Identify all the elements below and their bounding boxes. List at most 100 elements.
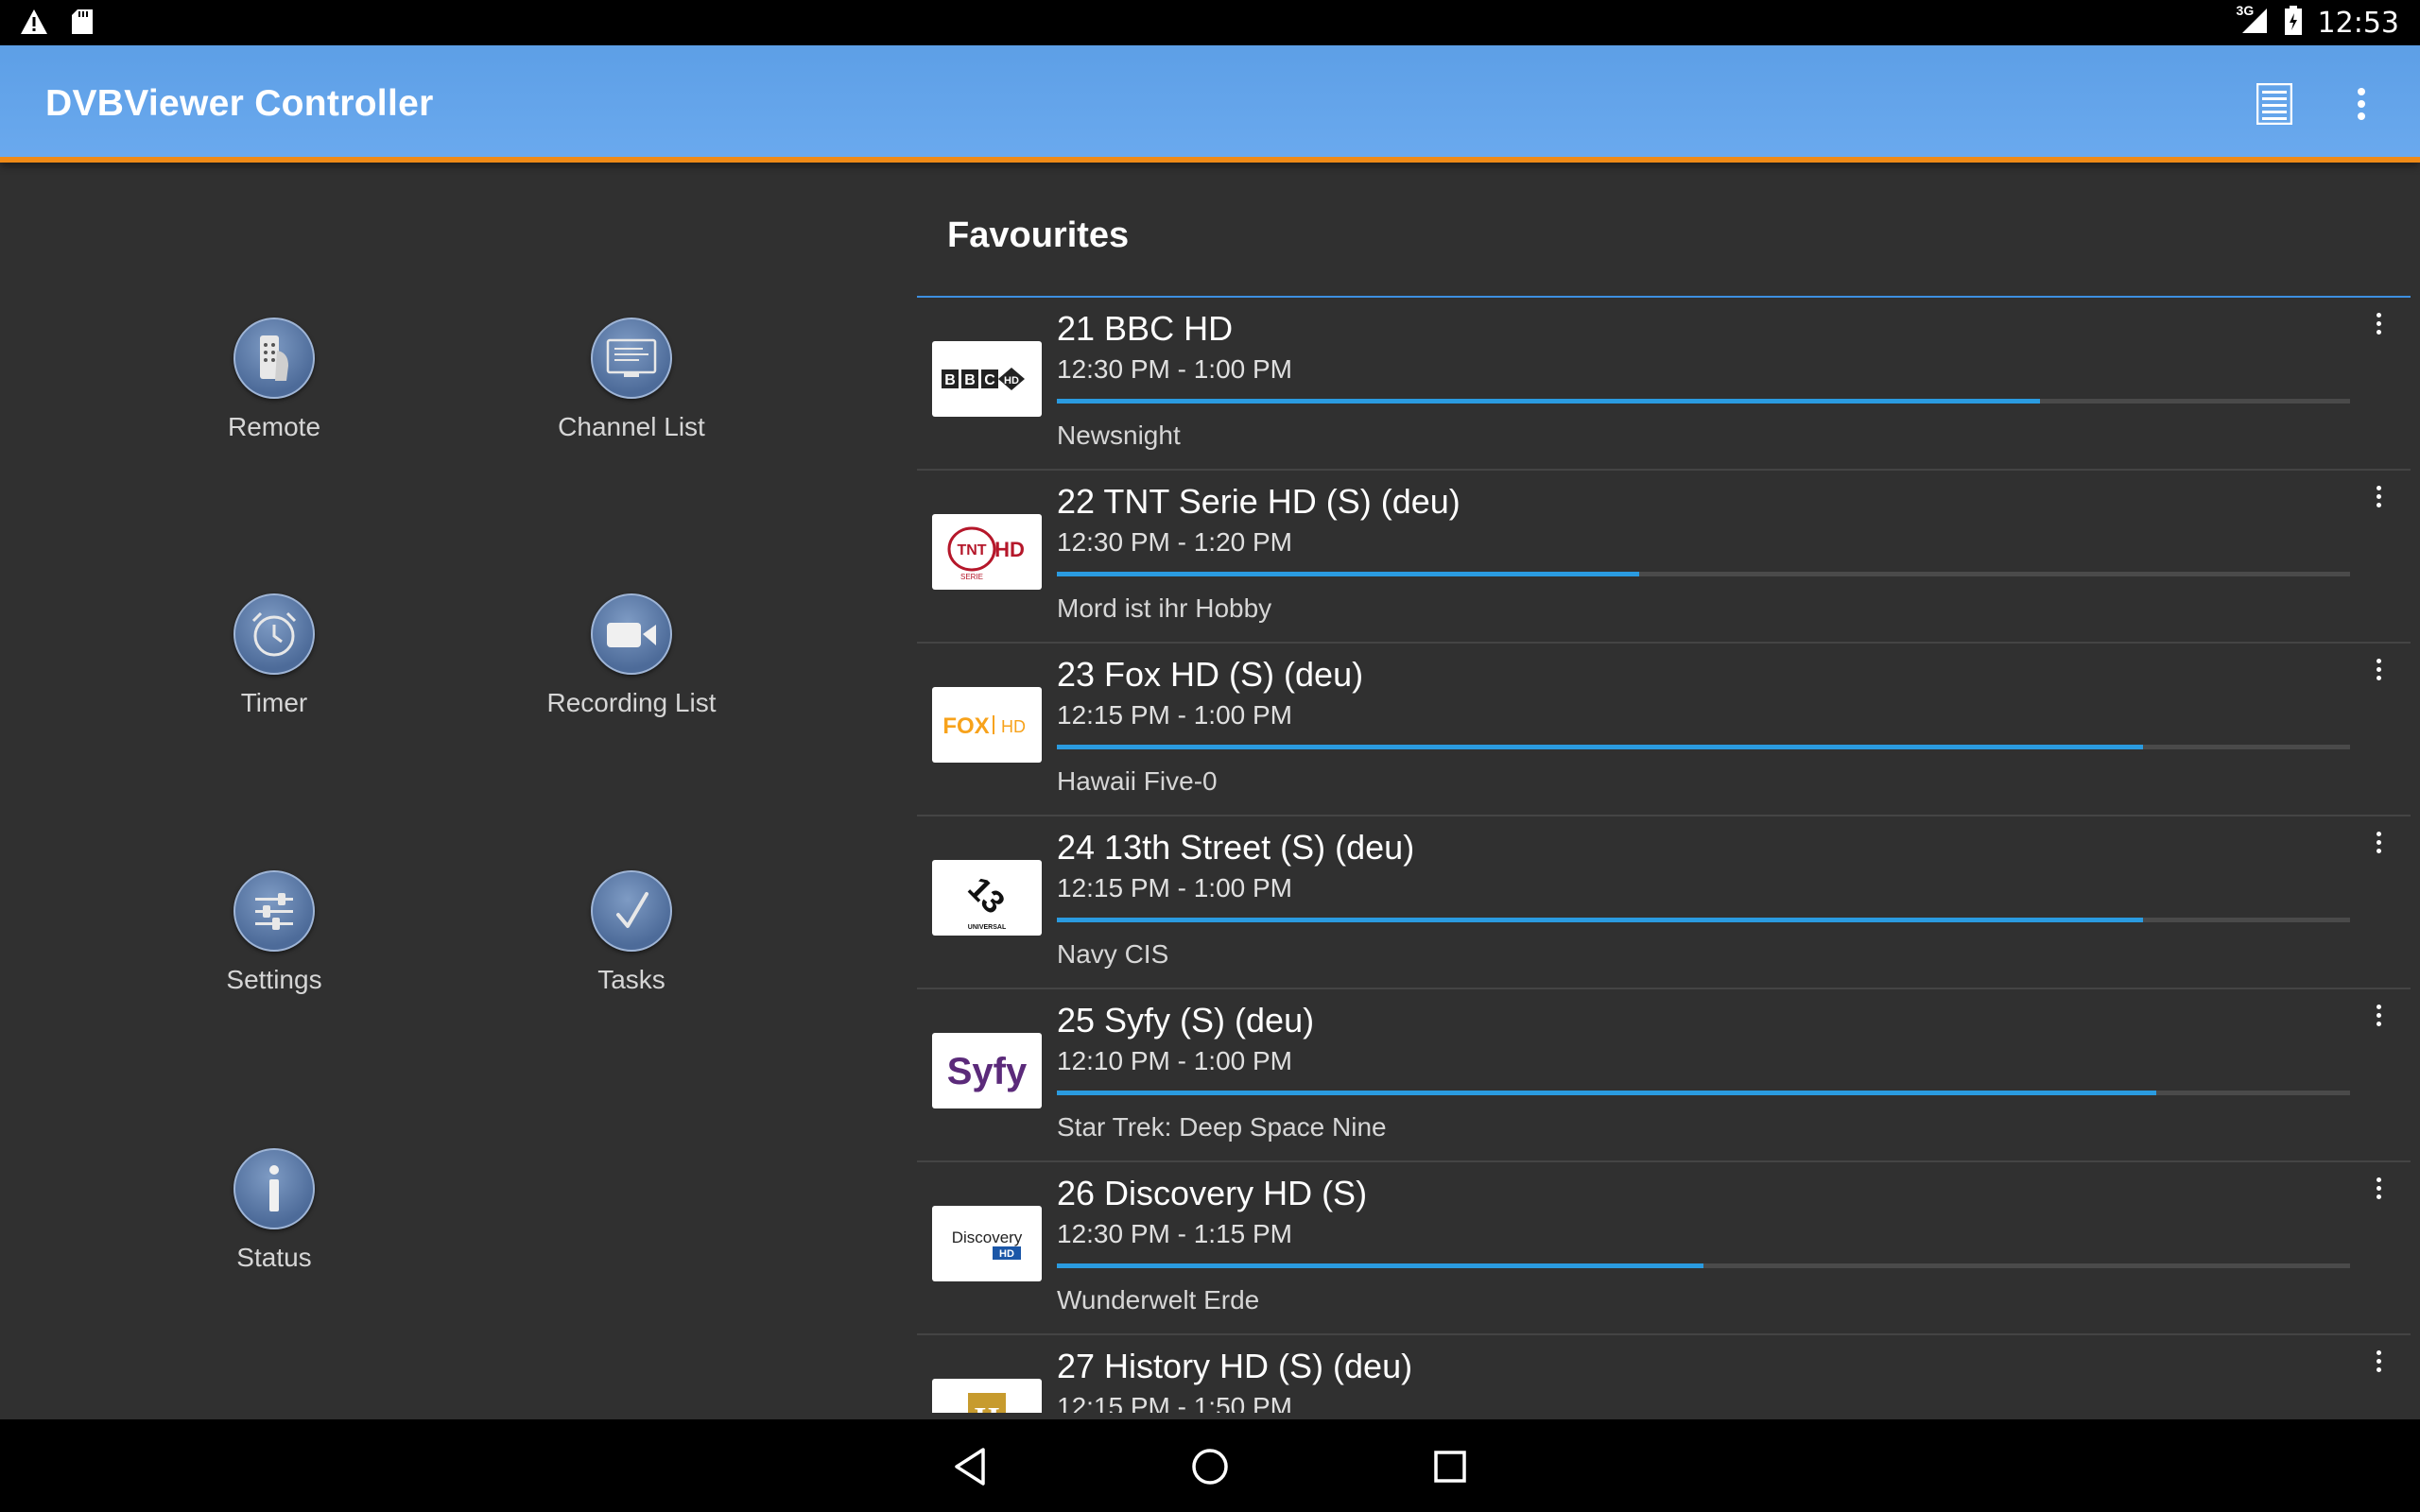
sd-card-icon [70,8,95,41]
svg-text:B: B [964,372,976,388]
channel-name: 23 Fox HD (S) (deu) [1057,655,1364,694]
channel-logo-discovery: Discovery HD [932,1206,1042,1281]
menu-label: Channel List [558,412,705,441]
channel-time: 12:10 PM - 1:00 PM [1057,1046,1293,1075]
row-overflow-icon[interactable] [2369,828,2388,866]
channel-row[interactable]: 13 UNIVERSAL 24 13th Street (S) (deu) 12… [917,816,2411,989]
svg-text:Syfy: Syfy [947,1051,1028,1092]
menu-channel-list[interactable]: Channel List [490,318,773,469]
row-overflow-icon[interactable] [2369,1174,2388,1211]
channel-logo-tnt: TNT HD SERIE [932,514,1042,590]
progress-fill [1057,1091,2156,1095]
svg-text:TNT: TNT [957,542,986,558]
progress-fill [1057,1263,1703,1268]
menu-label: Remote [227,412,321,441]
progress-fill [1057,745,2144,749]
sliders-icon [233,870,315,952]
program-progress [1057,745,2350,749]
channel-row[interactable]: Discovery HD 26 Discovery HD (S) 12:30 P… [917,1162,2411,1335]
menu-label: Timer [240,688,308,717]
program-progress [1057,918,2350,922]
favourites-list[interactable]: B B C HD 21 BBC HD 12:30 PM - 1:00 PM Ne… [917,298,2411,1413]
screen: 3G 12:53 DVBViewer Controller Remote Cha… [0,0,2420,1512]
channel-logo-history: H [932,1379,1042,1413]
channel-name: 26 Discovery HD (S) [1057,1174,1368,1212]
app-bar: DVBViewer Controller [0,45,2420,163]
progress-fill [1057,918,2144,922]
channel-logo-syfy: Syfy [932,1033,1042,1108]
channel-row[interactable]: FOX HD 23 Fox HD (S) (deu) 12:15 PM - 1:… [917,644,2411,816]
channel-row[interactable]: H 27 History HD (S) (deu) 12:15 PM - 1:5… [917,1335,2411,1413]
svg-text:FOX: FOX [942,713,989,739]
channel-time: 12:30 PM - 1:15 PM [1057,1219,1293,1248]
program-title: Newsnight [1057,421,1181,450]
channel-logo-bbc: B B C HD [932,341,1042,417]
svg-text:HD: HD [999,1248,1014,1260]
channel-name: 24 13th Street (S) (deu) [1057,828,1415,867]
signal-icon: 3G [2237,3,2269,40]
alarm-clock-icon [233,593,315,675]
menu-settings[interactable]: Settings [132,870,416,1022]
channel-time: 12:15 PM - 1:00 PM [1057,700,1293,730]
channel-row[interactable]: Syfy 25 Syfy (S) (deu) 12:10 PM - 1:00 P… [917,989,2411,1162]
recents-icon[interactable] [1424,1440,1477,1493]
channel-logo-fox: FOX HD [932,687,1042,763]
back-icon[interactable] [943,1440,996,1493]
svg-text:HD: HD [1001,717,1026,736]
svg-text:HD: HD [1004,375,1019,387]
remote-icon [233,318,315,399]
channel-name: 22 TNT Serie HD (S) (deu) [1057,482,1461,521]
app-title: DVBViewer Controller [45,83,434,124]
menu-recording-list[interactable]: Recording List [490,593,773,745]
svg-text:H: H [975,1401,999,1413]
program-title: Hawaii Five-0 [1057,766,1218,796]
row-overflow-icon[interactable] [2369,655,2388,693]
checkmark-icon [591,870,672,952]
program-title: Navy CIS [1057,939,1169,969]
svg-text:HD: HD [994,538,1025,561]
channel-row[interactable]: TNT HD SERIE 22 TNT Serie HD (S) (deu) 1… [917,471,2411,644]
menu-remote[interactable]: Remote [132,318,416,469]
channel-name: 27 History HD (S) (deu) [1057,1347,1413,1385]
progress-fill [1057,572,1639,576]
svg-text:13: 13 [960,870,1011,921]
svg-text:Discovery: Discovery [952,1228,1023,1246]
menu-label: Status [236,1243,312,1272]
menu-status[interactable]: Status [132,1148,416,1299]
network-type: 3G [2236,2,2255,18]
menu-label: Settings [226,965,322,994]
list-view-icon[interactable] [2252,81,2297,127]
row-overflow-icon[interactable] [2369,482,2388,520]
channel-time: 12:30 PM - 1:20 PM [1057,527,1293,557]
program-progress [1057,1091,2350,1095]
svg-text:SERIE: SERIE [960,573,983,581]
status-bar: 3G 12:53 [0,0,2420,45]
program-title: Star Trek: Deep Space Nine [1057,1112,1387,1142]
channel-row[interactable]: B B C HD 21 BBC HD 12:30 PM - 1:00 PM Ne… [917,298,2411,471]
channel-time: 12:15 PM - 1:50 PM [1057,1392,1293,1413]
menu-label: Tasks [597,965,666,994]
row-overflow-icon[interactable] [2369,1347,2388,1384]
row-overflow-icon[interactable] [2369,309,2388,347]
svg-text:B: B [944,372,956,388]
channel-name: 25 Syfy (S) (deu) [1057,1001,1315,1040]
overflow-menu-icon[interactable] [2339,81,2384,127]
channel-time: 12:30 PM - 1:00 PM [1057,354,1293,384]
favourites-title: Favourites [947,215,1130,255]
row-overflow-icon[interactable] [2369,1001,2388,1039]
progress-fill [1057,399,2040,404]
program-progress [1057,572,2350,576]
channel-name: 21 BBC HD [1057,309,1234,348]
channel-logo-13th-street: 13 UNIVERSAL [932,860,1042,936]
menu-timer[interactable]: Timer [132,593,416,745]
home-icon[interactable] [1184,1440,1236,1493]
video-camera-icon [591,593,672,675]
navigation-bar [0,1419,2420,1512]
battery-icon [2284,5,2303,41]
menu-tasks[interactable]: Tasks [490,870,773,1022]
svg-text:UNIVERSAL: UNIVERSAL [968,924,1007,931]
program-progress [1057,399,2350,404]
program-progress [1057,1263,2350,1268]
channel-list-icon [591,318,672,399]
warning-icon [19,8,49,41]
